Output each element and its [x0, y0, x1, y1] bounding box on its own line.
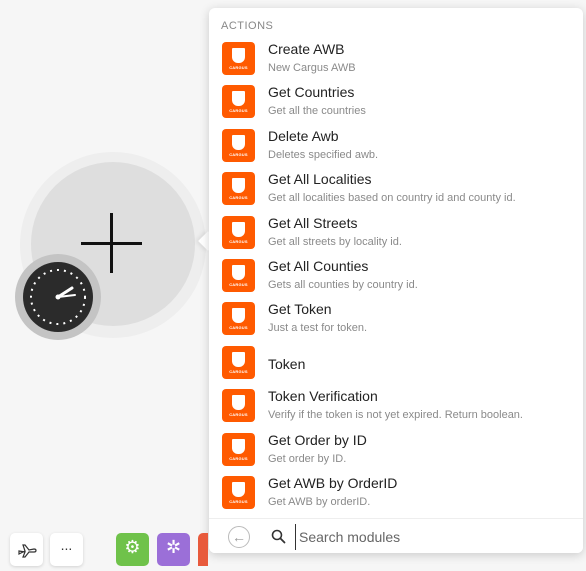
- search-icon: [271, 529, 286, 544]
- cargus-logo-icon: CARGUS: [222, 389, 255, 423]
- icon-word: CARGUS: [229, 498, 248, 504]
- icon-word: CARGUS: [229, 195, 248, 201]
- action-description: Get all localities based on country id a…: [268, 192, 516, 205]
- settings-tool-button[interactable]: ⚙: [116, 533, 149, 566]
- back-arrow-icon[interactable]: ←: [228, 526, 250, 548]
- action-title: Get Token: [268, 301, 332, 318]
- action-item[interactable]: CARGUS Token: [209, 343, 583, 386]
- section-title: ACTIONS: [221, 20, 274, 32]
- action-title: Create AWB: [268, 41, 345, 57]
- icon-word: CARGUS: [229, 65, 248, 70]
- action-item[interactable]: CARGUS Get All Counties Gets all counties …: [209, 256, 583, 299]
- action-item[interactable]: CARGUS Get Order by ID Get order by ID.: [209, 430, 583, 473]
- shield-shape: [232, 481, 245, 497]
- action-title: Delete Awb: [268, 127, 339, 144]
- action-description: Get AWB by orderID.: [268, 495, 371, 508]
- action-description: Get order by ID.: [268, 452, 347, 465]
- cargus-logo-icon: CARGUS: [222, 215, 255, 249]
- action-title: Token: [268, 355, 306, 372]
- shield-shape: [232, 134, 245, 150]
- icon-word: CARGUS: [229, 325, 248, 331]
- cargus-logo-icon: CARGUS: [222, 85, 255, 119]
- wrench-icon: ✲: [165, 537, 182, 557]
- action-title: Get All Counties: [268, 257, 369, 274]
- action-description: Gets all counties by country id.: [268, 278, 418, 291]
- action-item[interactable]: CARGUS Delete Awb Deletes specified awb.: [209, 126, 583, 169]
- shield-shape: [232, 221, 245, 237]
- cargus-logo-icon: CARGUS: [222, 475, 255, 509]
- shield-shape: [232, 91, 245, 107]
- action-description: New Cargus AWB: [268, 62, 356, 74]
- cargus-logo-icon: CARGUS: [222, 128, 255, 162]
- action-title: Get All Localities: [268, 171, 372, 188]
- airplane-icon: [18, 544, 37, 558]
- plus-icon-bar: [81, 242, 142, 245]
- icon-word: CARGUS: [229, 238, 248, 244]
- cargus-logo-icon: CARGUS: [222, 42, 255, 75]
- icon-word: CARGUS: [229, 151, 248, 157]
- search-input[interactable]: [295, 524, 561, 550]
- flow-control-button[interactable]: [198, 533, 208, 566]
- action-item[interactable]: CARGUS Token Verification Verify if the to…: [209, 386, 583, 429]
- tools-button[interactable]: ✲: [157, 533, 190, 566]
- action-title: Get Countries: [268, 84, 355, 101]
- action-title: Token Verification: [268, 388, 378, 405]
- icon-word: CARGUS: [229, 368, 248, 374]
- action-title: Get AWB by OrderID: [268, 474, 398, 491]
- cargus-logo-icon: CARGUS: [222, 302, 255, 336]
- cargus-logo-icon: CARGUS: [222, 432, 255, 466]
- action-title: Get Order by ID: [268, 431, 367, 448]
- icon-word: CARGUS: [229, 108, 248, 114]
- airplane-button[interactable]: [10, 533, 43, 566]
- action-item[interactable]: CARGUS Create AWB New Cargus AWB: [209, 39, 583, 82]
- action-description: Verify if the token is not yet expired. …: [268, 409, 523, 422]
- cargus-logo-icon: CARGUS: [222, 172, 255, 206]
- gear-icon: ⚙: [124, 537, 141, 557]
- action-description: Just a test for token.: [268, 322, 368, 335]
- schedule-clock-icon[interactable]: [23, 262, 93, 332]
- shield-shape: [232, 178, 245, 194]
- search-bar: ←: [209, 518, 583, 553]
- icon-word: CARGUS: [229, 281, 248, 287]
- shield-shape: [232, 438, 245, 454]
- action-item[interactable]: CARGUS Get All Localities Get all localiti…: [209, 169, 583, 212]
- cargus-logo-icon: CARGUS: [222, 258, 255, 292]
- shield-shape: [232, 264, 245, 280]
- action-item[interactable]: CARGUS Get Countries Get all the countries: [209, 82, 583, 125]
- icon-word: CARGUS: [229, 412, 248, 418]
- action-item[interactable]: CARGUS Get AWB by OrderID Get AWB by order…: [209, 473, 583, 516]
- action-description: Get all the countries: [268, 105, 366, 118]
- action-description: Deletes specified awb.: [268, 148, 379, 161]
- shield-shape: [232, 48, 245, 63]
- action-description: Get all streets by locality id.: [268, 235, 402, 248]
- shield-shape: [232, 395, 245, 411]
- cargus-logo-icon: CARGUS: [222, 345, 255, 379]
- action-item[interactable]: CARGUS Get All Streets Get all streets by …: [209, 213, 583, 256]
- more-options-button[interactable]: ...: [50, 533, 83, 566]
- icon-word: CARGUS: [229, 455, 248, 461]
- action-item[interactable]: CARGUS Get Token Just a test for token.: [209, 299, 583, 342]
- action-list: CARGUS Create AWB New Cargus AWB CARGUS Get …: [209, 39, 583, 516]
- shield-shape: [232, 351, 245, 367]
- shield-shape: [232, 308, 245, 324]
- module-picker-popup: ACTIONS CARGUS Create AWB New Cargus AWB CA…: [209, 8, 583, 553]
- action-title: Get All Streets: [268, 214, 358, 231]
